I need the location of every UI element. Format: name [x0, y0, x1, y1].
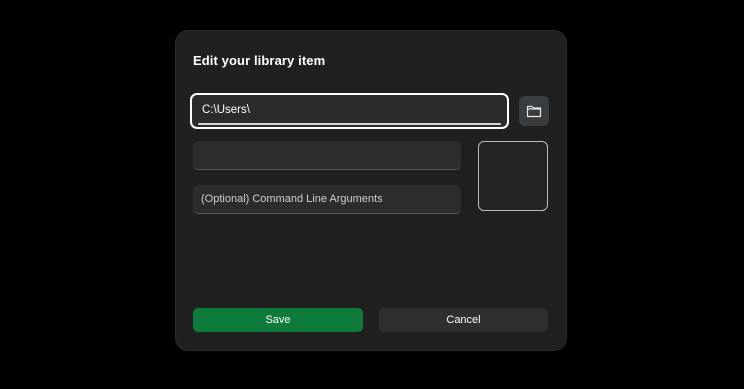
args-input-container[interactable]	[193, 185, 461, 214]
path-input[interactable]	[202, 101, 492, 119]
name-input[interactable]	[201, 146, 451, 164]
command-line-args-input[interactable]	[201, 190, 451, 208]
path-input-container[interactable]	[190, 93, 509, 129]
folder-icon	[526, 105, 542, 118]
dialog-title: Edit your library item	[193, 53, 326, 68]
edit-library-item-dialog: Edit your library item Save Cancel	[176, 31, 566, 350]
save-button[interactable]: Save	[193, 308, 363, 332]
browse-folder-button[interactable]	[519, 96, 549, 126]
screen-backdrop: Edit your library item Save Cancel	[0, 0, 744, 389]
item-icon-picker[interactable]	[478, 141, 548, 211]
path-input-focus-underline	[198, 123, 501, 125]
cancel-button[interactable]: Cancel	[379, 308, 548, 332]
name-input-container[interactable]	[193, 141, 461, 170]
